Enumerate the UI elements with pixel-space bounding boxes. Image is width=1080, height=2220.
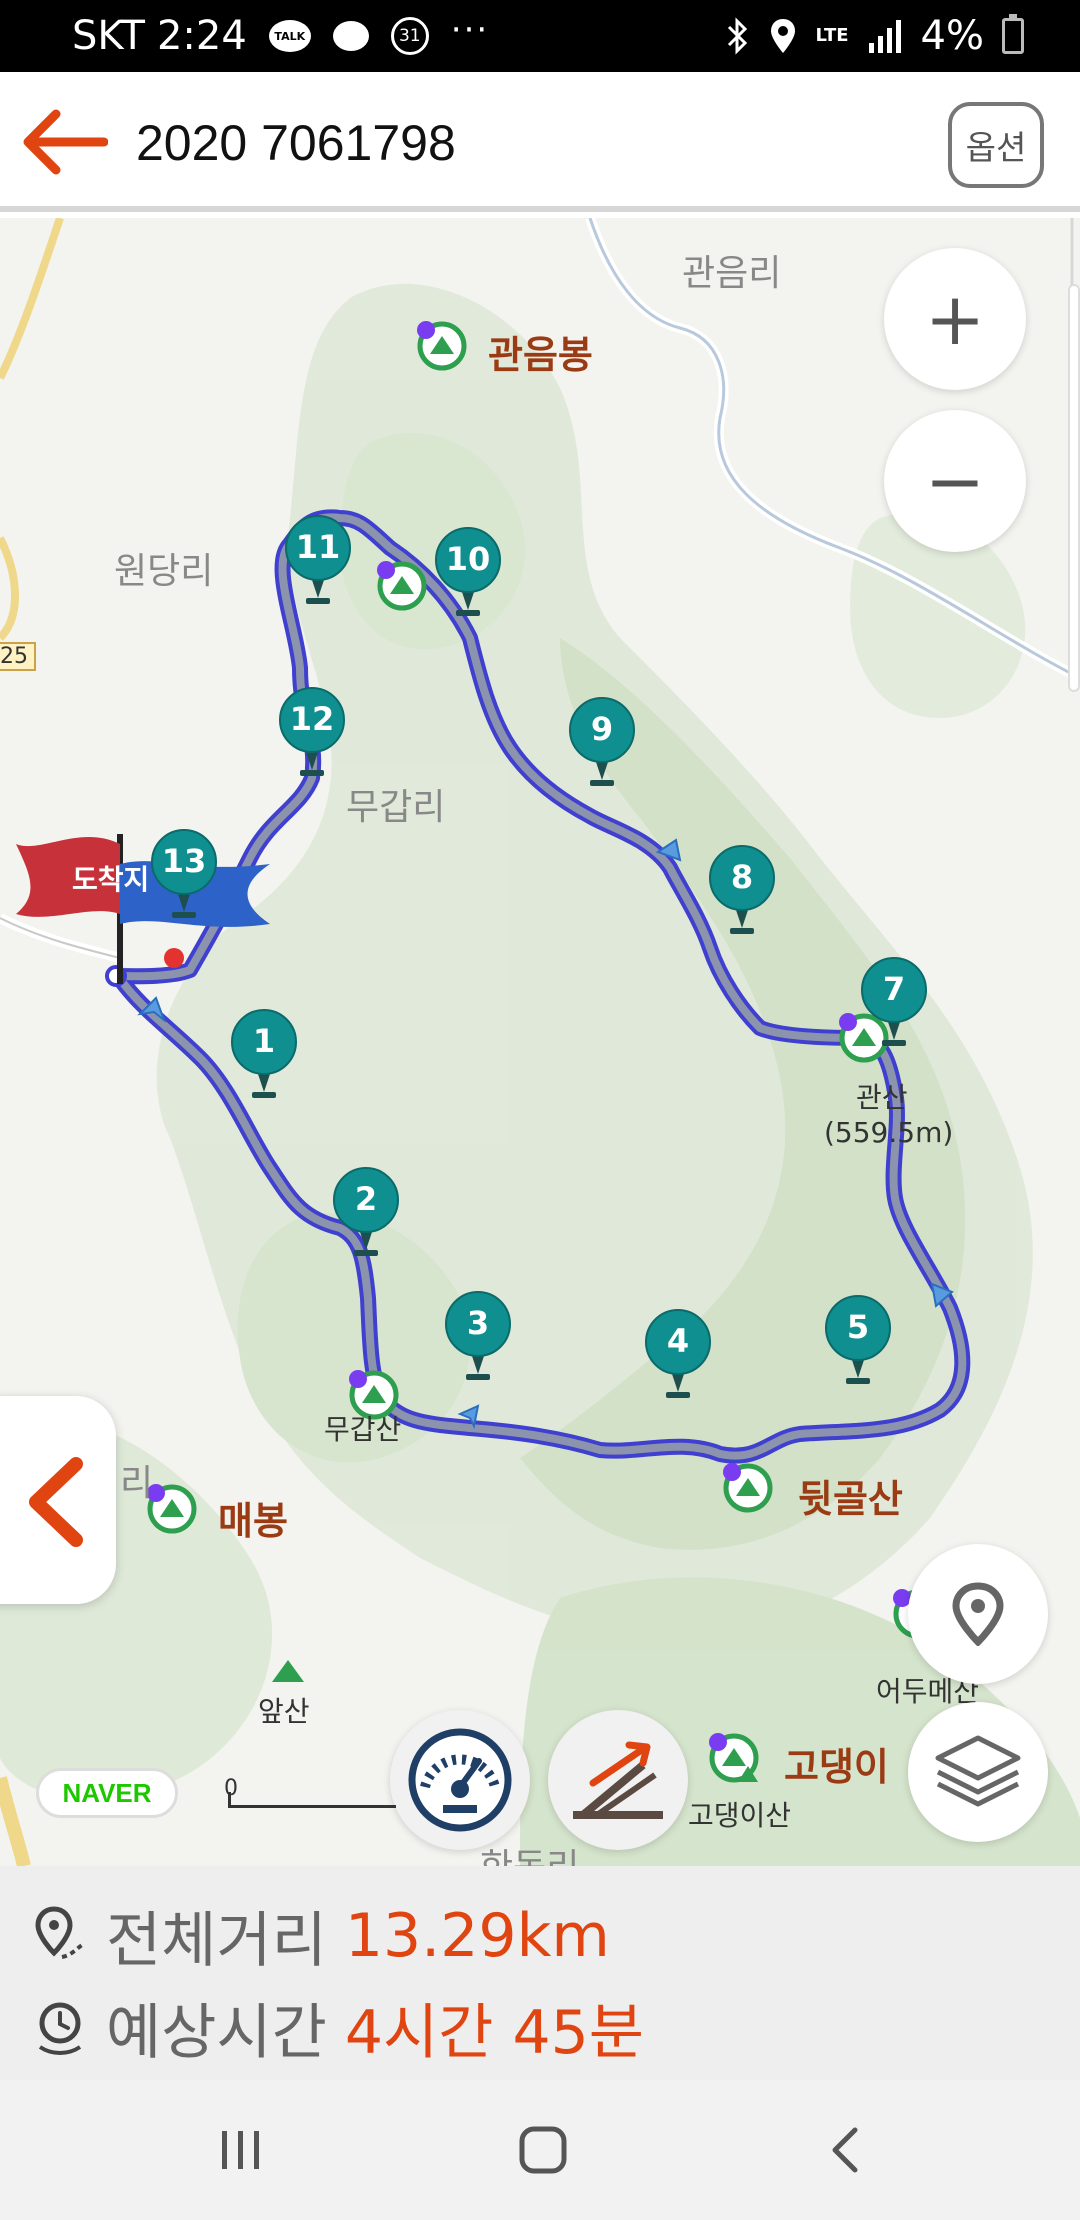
layers-icon	[935, 1735, 1021, 1807]
waypoint-label: 1	[252, 1022, 276, 1060]
waypoint-marker[interactable]: 4	[644, 1308, 712, 1404]
carrier-label: SKT	[72, 13, 145, 59]
back-button[interactable]	[18, 106, 109, 178]
map-view[interactable]: 관음리 원당리 무갑리 리 25 앞산 한동리 관음봉 매봉 뒷골산 고댕이 무…	[0, 218, 1080, 1866]
waypoint-marker[interactable]: 7	[860, 956, 928, 1052]
system-nav-bar	[0, 2080, 1080, 2220]
route-25-badge: 25	[0, 642, 36, 671]
lte-indicator: LTE	[815, 25, 849, 46]
route-summary: 전체거리 13.29km 예상시간 4시간 45분	[0, 1866, 1080, 2080]
back-arrow-icon	[23, 109, 109, 175]
waypoint-label: 7	[882, 970, 906, 1008]
waypoint-marker[interactable]: 1	[230, 1008, 298, 1104]
elevation-icon	[573, 1741, 663, 1819]
zoom-in-button[interactable]: +	[884, 248, 1026, 390]
recent-apps-button[interactable]	[196, 2120, 286, 2180]
back-chevron-icon	[832, 2127, 858, 2173]
side-panel-toggle[interactable]	[0, 1396, 116, 1604]
waypoint-marker[interactable]: 3	[444, 1290, 512, 1386]
my-location-button[interactable]	[908, 1544, 1048, 1684]
location-pin-icon	[952, 1582, 1004, 1646]
place-handongri: 한동리	[480, 1838, 579, 1866]
map-scrollbar[interactable]	[1068, 284, 1080, 692]
waypoint-label: 13	[161, 842, 207, 880]
signal-icon	[867, 19, 903, 53]
place-gwaneumri: 관음리	[682, 253, 782, 294]
peak-gwansan-elevation: (559.5m)	[824, 1116, 954, 1149]
waypoint-marker[interactable]: 5	[824, 1294, 892, 1390]
peak-gwansan-name: 관산	[856, 1081, 908, 1114]
peak-maebong: 매봉	[218, 1499, 288, 1543]
talk-badge: TALK	[268, 20, 311, 52]
waypoint-marker[interactable]: 10	[434, 526, 502, 622]
waypoint-label: 10	[445, 540, 491, 578]
battery-percent: 4%	[920, 13, 984, 59]
peak-godaengi: 고댕이	[784, 1745, 889, 1789]
speedometer-icon	[408, 1728, 512, 1832]
peak-godaengisan: 고댕이산	[688, 1799, 792, 1832]
clock-icon	[38, 2002, 82, 2055]
map-layers-button[interactable]	[908, 1702, 1048, 1842]
waypoint-label: 12	[289, 700, 335, 738]
status-bar: SKT 2:24 TALK 31 ··· LTE 4%	[0, 0, 1080, 72]
waypoint-label: 11	[295, 528, 341, 566]
bluetooth-icon	[725, 17, 751, 55]
waypoint-marker[interactable]: 2	[332, 1166, 400, 1262]
place-mugapri: 무갑리	[346, 787, 446, 828]
waypoint-marker[interactable]: 9	[568, 696, 636, 792]
location-status-icon	[769, 17, 797, 55]
page-title: 2020 7061798	[136, 115, 456, 171]
waypoint-label: 9	[590, 710, 614, 748]
distance-row: 전체거리 13.29km	[32, 1892, 610, 1979]
clock: 2:24	[156, 13, 247, 59]
home-button[interactable]	[498, 2120, 588, 2180]
options-button[interactable]: 옵션	[948, 102, 1044, 188]
arrival-flag-label: 도착지	[72, 863, 150, 896]
chevron-left-icon	[29, 1457, 83, 1547]
waypoint-label: 8	[730, 858, 754, 896]
place-ri-partial: 리	[120, 1463, 154, 1504]
waypoint-label: 3	[466, 1304, 490, 1342]
waypoint-marker[interactable]: 13	[150, 828, 218, 924]
naver-logo: NAVER	[36, 1768, 178, 1818]
waypoint-label: 5	[846, 1308, 870, 1346]
waypoint-label: 4	[666, 1322, 690, 1360]
battery-icon	[1002, 14, 1024, 54]
waypoint-marker[interactable]: 12	[278, 686, 346, 782]
system-back-button[interactable]	[800, 2120, 890, 2180]
elevation-button[interactable]	[548, 1710, 688, 1850]
place-wondangri: 원당리	[114, 551, 214, 592]
time-row: 예상시간 4시간 45분	[32, 1984, 644, 2071]
time-value: 4시간 45분	[344, 1998, 645, 2068]
distance-pin-icon	[35, 1905, 84, 1959]
app-header: 2020 7061798 옵션	[0, 72, 1080, 212]
more-notifications-icon: ···	[450, 10, 490, 50]
place-apsan: 앞산	[258, 1695, 310, 1728]
kakaotalk-icon: TALK	[268, 20, 311, 52]
distance-label: 전체거리	[106, 1906, 327, 1976]
time-label: 예상시간	[106, 1998, 327, 2068]
peak-mugapsan: 무갑산	[324, 1413, 402, 1446]
recent-apps-icon	[222, 2131, 259, 2169]
speed-button[interactable]	[390, 1710, 530, 1850]
peak-gwaneumbong: 관음봉	[488, 333, 593, 377]
waypoint-marker[interactable]: 11	[284, 514, 352, 610]
map-scale-bar	[228, 1792, 396, 1808]
distance-value: 13.29km	[344, 1900, 610, 1971]
waypoint-marker[interactable]: 8	[708, 844, 776, 940]
zoom-out-button[interactable]: −	[884, 410, 1026, 552]
origin-marker	[164, 948, 184, 968]
peak-dwitgolsan: 뒷골산	[798, 1477, 903, 1521]
chat-icon	[332, 21, 369, 51]
calendar-icon: 31	[390, 17, 429, 55]
home-icon	[519, 2126, 567, 2174]
waypoint-label: 2	[354, 1180, 378, 1218]
